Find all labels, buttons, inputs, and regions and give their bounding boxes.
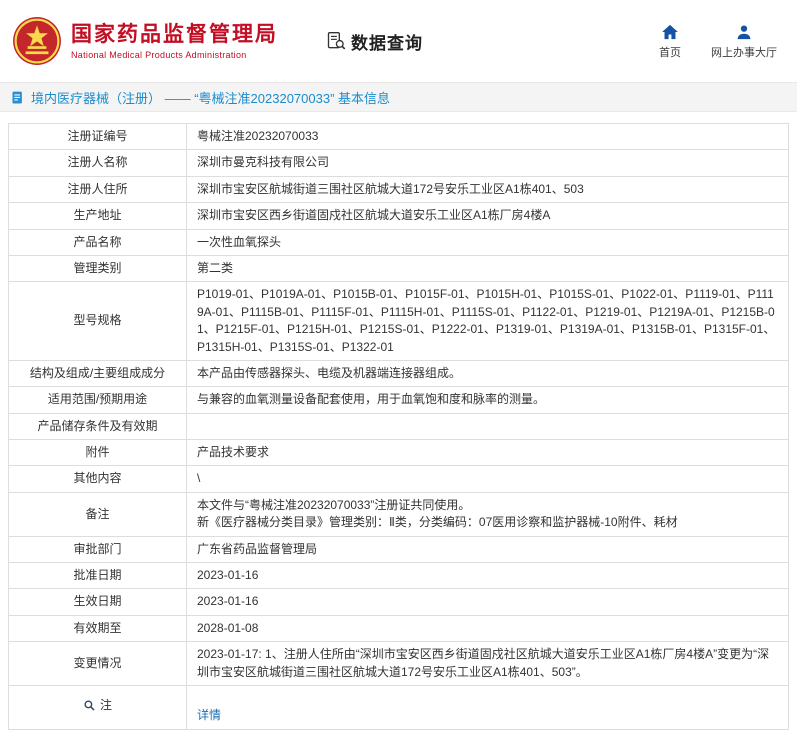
table-row: 适用范围/预期用途 与兼容的血氧测量设备配套使用，用于血氧饱和度和脉率的测量。 — [9, 387, 789, 413]
field-value: 2028-01-08 — [187, 615, 789, 641]
field-label: 附件 — [9, 440, 187, 466]
data-query-header: 数据查询 — [326, 29, 423, 54]
table-row: 注册人名称 深圳市曼克科技有限公司 — [9, 150, 789, 176]
site-subtitle: National Medical Products Administration — [71, 50, 278, 60]
field-value: 与兼容的血氧测量设备配套使用，用于血氧饱和度和脉率的测量。 — [187, 387, 789, 413]
field-label: 注册人住所 — [9, 176, 187, 202]
table-row: 注册人住所 深圳市宝安区航城街道三围社区航城大道172号安乐工业区A1栋401、… — [9, 176, 789, 202]
site-title: 国家药品监督管理局 — [71, 22, 278, 47]
table-row: 管理类别 第二类 — [9, 255, 789, 281]
table-row: 备注 本文件与“粤械注准20232070033”注册证共同使用。 新《医疗器械分… — [9, 492, 789, 536]
nav-item-home[interactable]: 首页 — [659, 23, 681, 60]
field-value: P1019-01、P1019A-01、P1015B-01、P1015F-01、P… — [187, 282, 789, 361]
field-value — [187, 413, 789, 439]
field-value: 2023-01-17: 1、注册人住所由“深圳市宝安区西乡街道固戍社区航城大道安… — [187, 642, 789, 686]
field-value: 深圳市曼克科技有限公司 — [187, 150, 789, 176]
site-name: 国家药品监督管理局 National Medical Products Admi… — [71, 22, 278, 60]
field-value: 广东省药品监督管理局 — [187, 536, 789, 562]
table-row: 附件 产品技术要求 — [9, 440, 789, 466]
field-label: 注册人名称 — [9, 150, 187, 176]
field-label: 型号规格 — [9, 282, 187, 361]
table-row: 生产地址 深圳市宝安区西乡街道固戍社区航城大道安乐工业区A1栋厂房4楼A — [9, 203, 789, 229]
field-label: 生产地址 — [9, 203, 187, 229]
page-title: 境内医疗器械（注册） —— “粤械注准20232070033” 基本信息 — [31, 88, 390, 107]
field-label: 备注 — [9, 492, 187, 536]
field-label: 注册证编号 — [9, 124, 187, 150]
site-logo: 国家药品监督管理局 National Medical Products Admi… — [12, 16, 278, 66]
table-row: 型号规格 P1019-01、P1019A-01、P1015B-01、P1015F… — [9, 282, 789, 361]
breadcrumb-bar: 境内医疗器械（注册） —— “粤械注准20232070033” 基本信息 — [0, 82, 797, 112]
field-label: 管理类别 — [9, 255, 187, 281]
field-value: 粤械注准20232070033 — [187, 124, 789, 150]
user-icon — [735, 23, 753, 41]
field-value: 一次性血氧探头 — [187, 229, 789, 255]
data-query-icon — [326, 31, 346, 51]
table-row: 审批部门 广东省药品监督管理局 — [9, 536, 789, 562]
field-value: 本文件与“粤械注准20232070033”注册证共同使用。 新《医疗器械分类目录… — [187, 492, 789, 536]
note-label-text: 注 — [100, 697, 112, 714]
table-row: 其他内容 \ — [9, 466, 789, 492]
field-label: 批准日期 — [9, 563, 187, 589]
table-row: 批准日期 2023-01-16 — [9, 563, 789, 589]
field-label: 产品名称 — [9, 229, 187, 255]
field-value: 产品技术要求 — [187, 440, 789, 466]
detail-link[interactable]: 详情 — [197, 708, 221, 722]
field-value: 本产品由传感器探头、电缆及机器端连接器组成。 — [187, 360, 789, 386]
field-label: 产品储存条件及有效期 — [9, 413, 187, 439]
table-row: 生效日期 2023-01-16 — [9, 589, 789, 615]
table-row: 变更情况 2023-01-17: 1、注册人住所由“深圳市宝安区西乡街道固戍社区… — [9, 642, 789, 686]
field-value-note: 详情 — [187, 685, 789, 729]
magnifier-note-icon — [83, 699, 96, 712]
header-nav: 首页 网上办事大厅 — [659, 23, 783, 60]
table-row: 产品名称 一次性血氧探头 — [9, 229, 789, 255]
document-icon — [10, 90, 25, 105]
field-value: \ — [187, 466, 789, 492]
table-row: 结构及组成/主要组成成分 本产品由传感器探头、电缆及机器端连接器组成。 — [9, 360, 789, 386]
field-value: 第二类 — [187, 255, 789, 281]
table-row: 注册证编号 粤械注准20232070033 — [9, 124, 789, 150]
field-label: 结构及组成/主要组成成分 — [9, 360, 187, 386]
nav-hall-label: 网上办事大厅 — [711, 44, 777, 60]
nav-home-label: 首页 — [659, 44, 681, 60]
registration-info-table: 注册证编号 粤械注准20232070033 注册人名称 深圳市曼克科技有限公司 … — [8, 123, 789, 730]
home-icon — [661, 23, 679, 41]
field-label: 生效日期 — [9, 589, 187, 615]
field-label: 审批部门 — [9, 536, 187, 562]
registration-info: 注册证编号 粤械注准20232070033 注册人名称 深圳市曼克科技有限公司 … — [0, 112, 797, 730]
field-value: 2023-01-16 — [187, 589, 789, 615]
table-row: 产品储存条件及有效期 — [9, 413, 789, 439]
field-label: 有效期至 — [9, 615, 187, 641]
site-header: 国家药品监督管理局 National Medical Products Admi… — [0, 0, 797, 82]
data-query-title: 数据查询 — [351, 29, 423, 54]
field-label: 变更情况 — [9, 642, 187, 686]
field-label: 其他内容 — [9, 466, 187, 492]
national-emblem-icon — [12, 16, 62, 66]
field-label-note: 注 — [9, 685, 187, 729]
field-value: 2023-01-16 — [187, 563, 789, 589]
table-row: 有效期至 2028-01-08 — [9, 615, 789, 641]
nav-item-service-hall[interactable]: 网上办事大厅 — [711, 23, 777, 60]
field-label: 适用范围/预期用途 — [9, 387, 187, 413]
table-row-note: 注 详情 — [9, 685, 789, 729]
field-value: 深圳市宝安区航城街道三围社区航城大道172号安乐工业区A1栋401、503 — [187, 176, 789, 202]
field-value: 深圳市宝安区西乡街道固戍社区航城大道安乐工业区A1栋厂房4楼A — [187, 203, 789, 229]
